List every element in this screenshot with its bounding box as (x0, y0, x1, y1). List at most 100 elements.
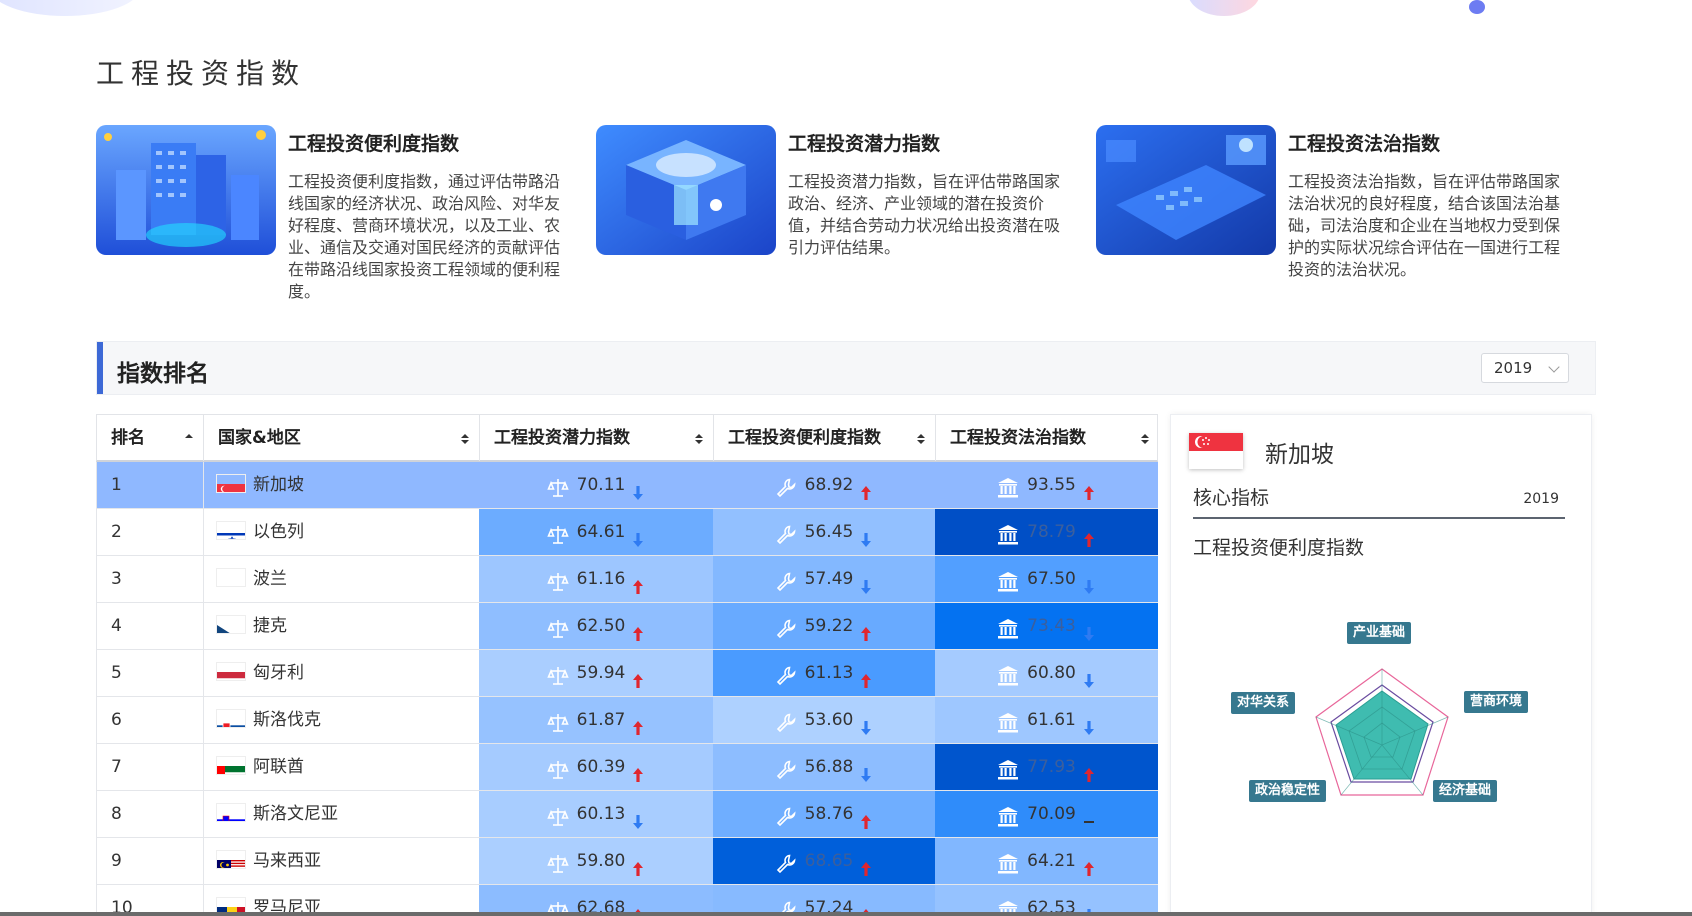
courthouse-icon (997, 706, 1019, 733)
country-cell[interactable]: 斯洛文尼亚 (203, 791, 479, 837)
bottom-border (0, 912, 1692, 916)
chevron-down-icon (1548, 361, 1560, 373)
col-law-header[interactable]: 工程投资法治指数 (936, 415, 1159, 461)
si-flag-icon (216, 802, 246, 822)
table-row[interactable]: 3 波兰 61.16 57.49 67.50 (96, 556, 1158, 603)
col-country-label: 国家&地区 (218, 428, 301, 448)
col-rank-header[interactable]: 排名 (97, 415, 204, 461)
arrow-up-icon (859, 803, 873, 829)
courthouse-icon (997, 800, 1019, 827)
sort-icon[interactable] (1141, 434, 1149, 444)
panel-divider (1193, 517, 1565, 519)
card-convenience-title: 工程投资便利度指数 (288, 133, 460, 155)
convenience-cell: 56.88 (713, 744, 935, 790)
card-potential-desc: 工程投资潜力指数，旨在评估带路国家政治、经济、产业领域的潜在投资价值，并结合劳动… (788, 172, 1061, 257)
table-row[interactable]: 7 阿联酋 60.39 56.88 77.93 (96, 744, 1158, 791)
convenience-cell: 68.65 (713, 838, 935, 884)
country-cell[interactable]: 阿联酋 (203, 744, 479, 790)
card-law-image (1096, 125, 1276, 255)
card-convenience[interactable]: 工程投资便利度指数 工程投资便利度指数，通过评估带路沿线国家的经济状况、政治风险… (96, 125, 576, 305)
card-convenience-image (96, 125, 276, 255)
arrow-down-icon (631, 521, 645, 547)
col-potential-header[interactable]: 工程投资潜力指数 (480, 415, 714, 461)
arrow-up-icon (1082, 521, 1096, 547)
card-potential[interactable]: 工程投资潜力指数 工程投资潜力指数，旨在评估带路国家政治、经济、产业领域的潜在投… (596, 125, 1076, 305)
arrow-up-icon (859, 662, 873, 688)
convenience-cell: 59.22 (713, 603, 935, 649)
radar-label-business: 营商环境 (1464, 691, 1529, 713)
country-name: 斯洛文尼亚 (253, 804, 338, 824)
country-cell[interactable]: 以色列 (203, 509, 479, 555)
law-value: 60.80 (1027, 663, 1076, 683)
country-cell[interactable]: 匈牙利 (203, 650, 479, 696)
law-value: 73.43 (1027, 616, 1076, 636)
country-cell[interactable]: 新加坡 (203, 462, 479, 508)
law-cell: 70.09 (935, 791, 1158, 837)
top-decoration-left (0, 0, 140, 16)
rank-cell: 6 (96, 697, 203, 743)
rank-cell: 5 (96, 650, 203, 696)
arrow-up-icon (1082, 850, 1096, 876)
page-title: 工程投资指数 (96, 57, 307, 90)
potential-cell: 60.13 (479, 791, 713, 837)
law-cell: 61.61 (935, 697, 1158, 743)
table-row[interactable]: 2 以色列 64.61 56.45 78.79 (96, 509, 1158, 556)
arrow-up-icon (859, 474, 873, 500)
arrow-down-icon (859, 521, 873, 547)
country-cell[interactable]: 波兰 (203, 556, 479, 602)
convenience-value: 61.13 (804, 663, 854, 683)
law-value: 77.93 (1027, 757, 1076, 777)
hu-flag-icon (216, 661, 246, 681)
radar-label-economy: 经济基础 (1433, 780, 1498, 802)
country-cell[interactable]: 马来西亚 (203, 838, 479, 884)
arrow-down-icon (1082, 709, 1096, 735)
scale-icon (546, 659, 569, 685)
col-convenience-header[interactable]: 工程投资便利度指数 (714, 415, 936, 461)
rank-cell: 3 (96, 556, 203, 602)
ranking-title: 指数排名 (117, 361, 209, 387)
col-convenience-label: 工程投资便利度指数 (728, 428, 881, 448)
wrench-icon (775, 800, 797, 827)
country-cell[interactable]: 斯洛伐克 (203, 697, 479, 743)
arrow-down-icon (631, 474, 645, 500)
radar-svg (1315, 668, 1449, 796)
scale-icon (546, 800, 569, 826)
sort-icon[interactable] (917, 434, 925, 444)
rank-cell: 4 (96, 603, 203, 649)
arrow-up-icon (1082, 756, 1096, 782)
ranking-header: 指数排名 2019 (96, 341, 1596, 395)
law-value: 61.61 (1027, 710, 1076, 730)
country-cell[interactable]: 捷克 (203, 603, 479, 649)
col-potential-label: 工程投资潜力指数 (494, 428, 630, 448)
year-select[interactable]: 2019 (1481, 353, 1569, 383)
table-row[interactable]: 8 斯洛文尼亚 60.13 58.76 70.09 (96, 791, 1158, 838)
sort-icon[interactable] (461, 434, 469, 444)
potential-value: 62.50 (576, 616, 626, 636)
potential-value: 61.87 (576, 710, 626, 730)
table-row[interactable]: 4 捷克 62.50 59.22 73.43 (96, 603, 1158, 650)
potential-cell: 61.16 (479, 556, 713, 602)
courthouse-icon (997, 659, 1019, 686)
courthouse-icon (997, 612, 1019, 639)
table-row[interactable]: 9 马来西亚 59.80 68.65 64.21 (96, 838, 1158, 885)
col-country-header[interactable]: 国家&地区 (204, 415, 480, 461)
wrench-icon (775, 847, 797, 874)
table-row[interactable]: 1 新加坡 70.11 68.92 93.55 (96, 462, 1158, 509)
convenience-cell: 56.45 (713, 509, 935, 555)
card-law[interactable]: 工程投资法治指数 工程投资法治指数，旨在评估带路国家法治状况的良好程度，结合该国… (1096, 125, 1576, 305)
law-cell: 64.21 (935, 838, 1158, 884)
card-convenience-desc: 工程投资便利度指数，通过评估带路沿线国家的经济状况、政治风险、对华友好程度、营商… (288, 172, 561, 301)
sk-flag-icon (216, 708, 246, 728)
arrow-up-icon (631, 662, 645, 688)
table-body: 1 新加坡 70.11 68.92 93.55 2 以色列 64.61 56.45 78.79 3 波… (96, 462, 1158, 916)
convenience-value: 57.49 (804, 569, 854, 589)
my-flag-icon (216, 849, 246, 869)
wrench-icon (775, 518, 797, 545)
table-row[interactable]: 5 匈牙利 59.94 61.13 60.80 (96, 650, 1158, 697)
convenience-value: 56.88 (804, 757, 854, 777)
sort-asc-icon[interactable] (185, 434, 193, 444)
table-row[interactable]: 6 斯洛伐克 61.87 53.60 61.61 (96, 697, 1158, 744)
law-cell: 93.55 (935, 462, 1158, 508)
year-select-value: 2019 (1494, 359, 1533, 377)
sort-icon[interactable] (695, 434, 703, 444)
